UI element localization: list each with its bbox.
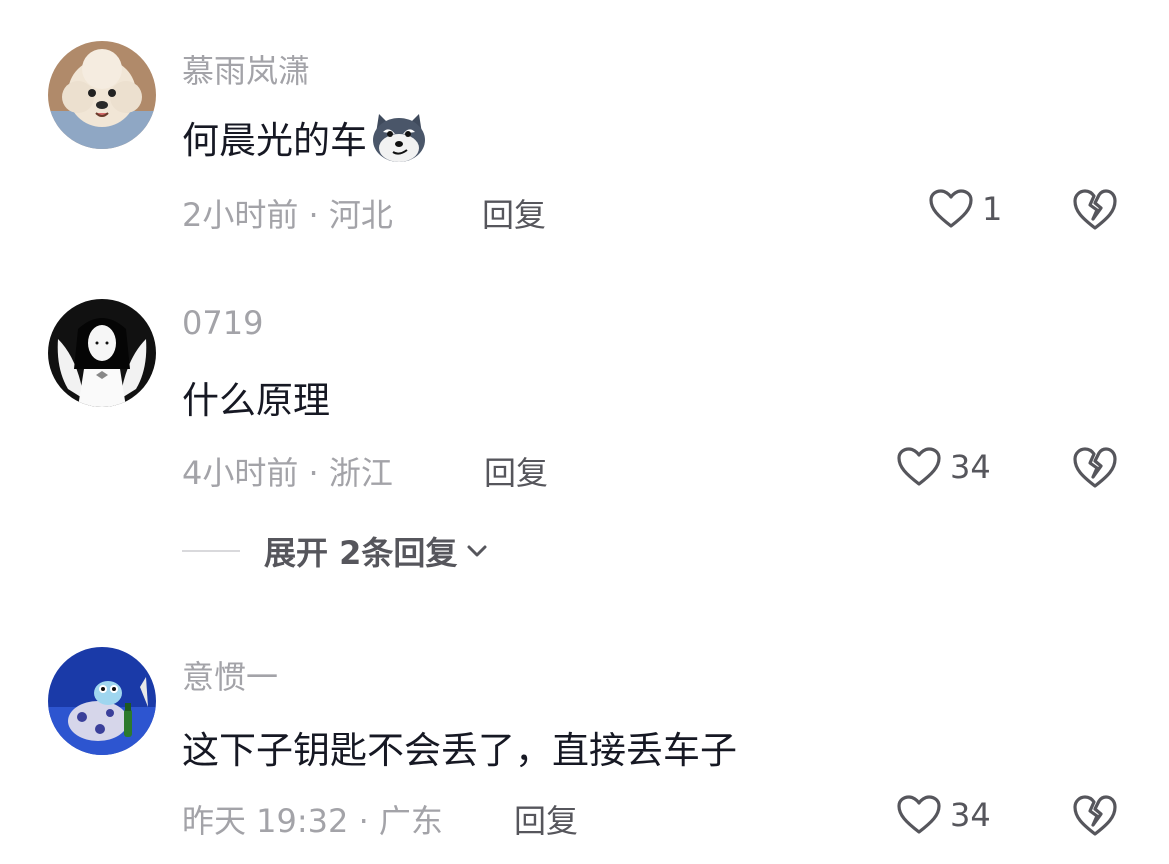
comment-text: 这下子钥匙不会丢了，直接丢车子 — [182, 720, 737, 774]
like-button[interactable]: 34 — [896, 794, 991, 836]
comment-item: 意惯一 这下子钥匙不会丢了，直接丢车子 昨天 19:32 · 广东 回复 34 — [0, 0, 1169, 864]
dislike-button[interactable] — [1072, 794, 1118, 842]
username[interactable]: 意惯一 — [182, 652, 278, 698]
comment-text-content: 这下子钥匙不会丢了，直接丢车子 — [182, 729, 737, 772]
heart-icon — [897, 795, 941, 834]
reply-button[interactable]: 回复 — [514, 796, 578, 842]
avatar[interactable] — [48, 647, 156, 755]
like-count: 34 — [950, 796, 991, 834]
broken-heart-icon — [1073, 795, 1117, 836]
comment-meta: 昨天 19:32 · 广东 — [182, 802, 443, 840]
